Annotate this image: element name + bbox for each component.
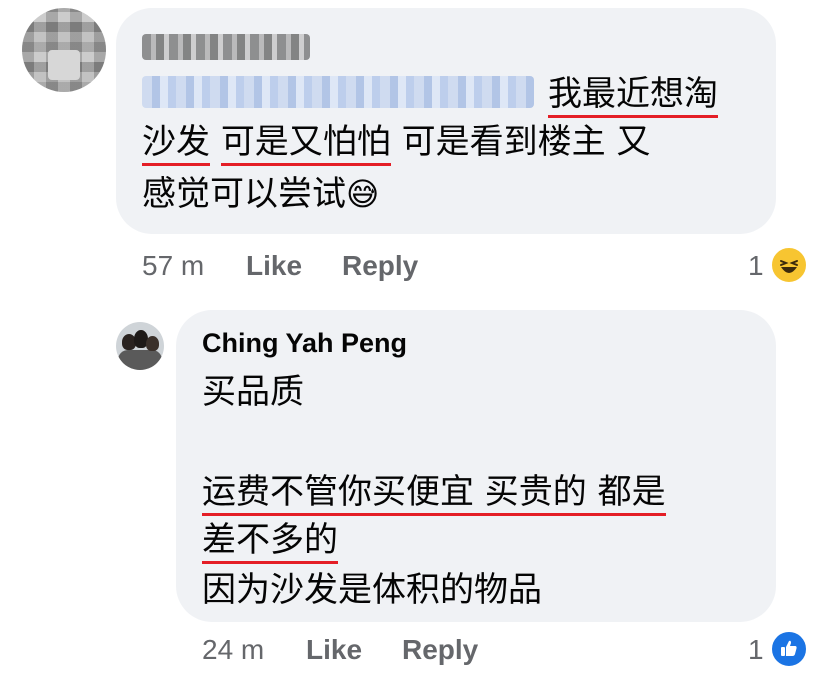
like-reaction-icon[interactable] xyxy=(770,630,808,668)
replier-name[interactable]: Ching Yah Peng xyxy=(202,328,407,359)
sweat-smile-emoji: 😅 xyxy=(346,175,380,213)
comment-text-afraid: 可是又怕怕 xyxy=(220,122,391,166)
reply-reply-button[interactable]: Reply xyxy=(402,634,478,666)
avatar-face-blur xyxy=(48,50,80,80)
reply-line-4: 因为沙发是体积的物品 xyxy=(202,570,542,610)
reply-line-3: 差不多的 xyxy=(202,516,338,564)
comment-text-see-op: 可是看到楼主 又 xyxy=(401,122,651,162)
comment-line-3: 感觉可以尝试😅 xyxy=(142,170,379,218)
comment-timestamp[interactable]: 57 m xyxy=(142,250,204,282)
reply-line-1: 买品质 xyxy=(202,372,304,412)
comment-reply-button[interactable]: Reply xyxy=(342,250,418,282)
reply-line-2: 运费不管你买便宜 买贵的 都是 xyxy=(202,468,666,516)
reply-reaction-count[interactable]: 1 xyxy=(748,634,764,666)
commenter-name-blurred[interactable] xyxy=(142,34,310,60)
comment-text-sofa: 沙发 xyxy=(142,122,210,166)
avatar-body xyxy=(118,350,162,370)
comment-line-1: 我最近想淘 xyxy=(548,70,718,118)
comment-line-2: 沙发 可是又怕怕 可是看到楼主 又 xyxy=(142,118,650,166)
haha-reaction-icon[interactable] xyxy=(770,246,808,284)
reply-timestamp[interactable]: 24 m xyxy=(202,634,264,666)
replier-avatar[interactable] xyxy=(116,322,164,370)
comment-like-button[interactable]: Like xyxy=(246,250,302,282)
avatar-person-3 xyxy=(146,336,159,351)
commenter-avatar[interactable] xyxy=(22,8,106,92)
mention-tag-blurred[interactable] xyxy=(142,76,534,108)
comment-thread: 我最近想淘 沙发 可是又怕怕 可是看到楼主 又 感觉可以尝试😅 57 m Lik… xyxy=(0,0,828,675)
reply-like-button[interactable]: Like xyxy=(306,634,362,666)
comment-text-try: 感觉可以尝试 xyxy=(142,174,346,214)
comment-reaction-count[interactable]: 1 xyxy=(748,250,764,282)
